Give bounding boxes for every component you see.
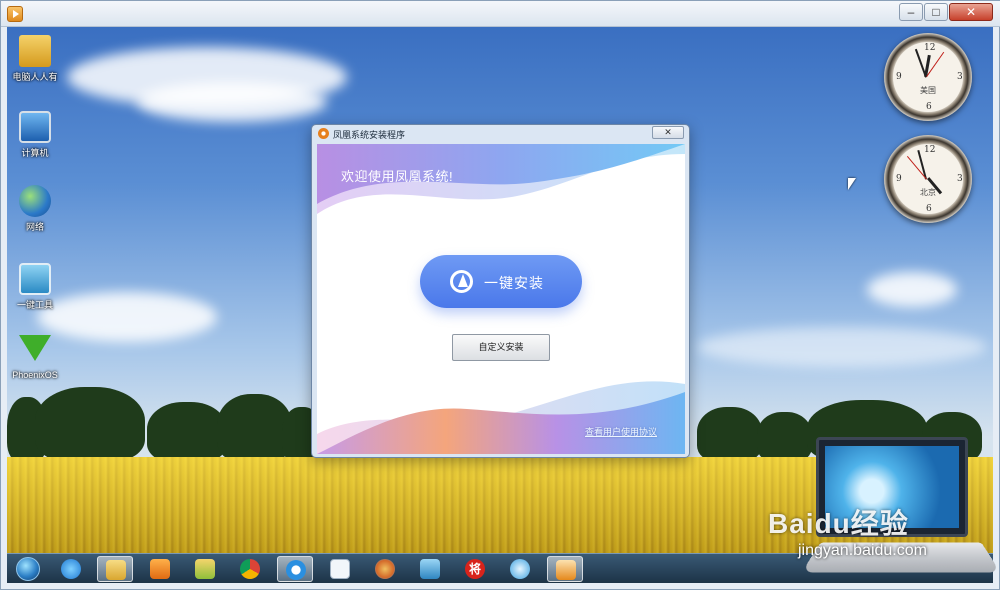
start-button[interactable] xyxy=(11,556,47,582)
management-icon xyxy=(19,263,51,295)
close-button[interactable]: ✕ xyxy=(949,3,993,21)
tree xyxy=(697,407,762,462)
taskbar-ie[interactable] xyxy=(53,556,89,582)
cloud xyxy=(697,327,987,367)
mouse-cursor xyxy=(848,178,856,190)
clock-label: 北京 xyxy=(920,188,936,197)
taskbar-app-2[interactable] xyxy=(502,556,538,582)
cloud xyxy=(37,292,217,342)
player-app-icon xyxy=(7,6,23,22)
jiang-icon: 将 xyxy=(465,559,485,579)
desktop-icon-computer[interactable]: 计算机 xyxy=(7,111,63,159)
desktop-icon-label: 计算机 xyxy=(21,148,49,158)
tree xyxy=(147,402,227,462)
baidu-watermark-logo: Baidu经验 xyxy=(768,508,909,539)
tree xyxy=(217,394,292,462)
tree xyxy=(35,387,145,462)
taskbar-explorer[interactable] xyxy=(97,556,133,582)
taskbar-installer[interactable] xyxy=(547,556,583,582)
network-icon xyxy=(19,185,51,217)
user-folder-icon xyxy=(19,35,51,67)
top-wave-decoration xyxy=(317,144,685,214)
paint-icon xyxy=(375,559,395,579)
taskbar-jiang[interactable]: 将 xyxy=(457,556,493,582)
app-icon xyxy=(286,560,306,580)
tree xyxy=(757,412,812,462)
close-icon: ✕ xyxy=(664,127,672,137)
app-icon-2 xyxy=(510,559,530,579)
minimize-button[interactable]: – xyxy=(899,3,923,21)
desktop-icon-label: 电脑人人有 xyxy=(12,72,58,82)
one-click-install-button[interactable]: 一键安装 xyxy=(420,255,582,308)
installer-dialog: 凤凰系统安装程序 ✕ 欢迎使用凤凰系统! 一键安装 自定义安装 查看用户使用协议 xyxy=(311,124,690,458)
installer-icon xyxy=(556,560,576,580)
start-orb-icon xyxy=(16,557,40,581)
download-arrow-icon xyxy=(19,335,51,361)
taskbar-document[interactable] xyxy=(322,556,358,582)
vm-titlebar[interactable]: – □ ✕ xyxy=(1,1,1000,27)
desktop-icon-network[interactable]: 网络 xyxy=(7,185,63,233)
computer-icon xyxy=(19,111,51,143)
taskbar-remote-desktop[interactable] xyxy=(412,556,448,582)
chrome-icon xyxy=(240,559,260,579)
folder-icon xyxy=(195,559,215,579)
cloud xyxy=(867,272,957,307)
baidu-watermark-url: jingyan.baidu.com xyxy=(798,542,927,559)
custom-install-button[interactable]: 自定义安装 xyxy=(452,334,550,361)
taskbar-paint[interactable] xyxy=(367,556,403,582)
maximize-icon: □ xyxy=(932,5,940,19)
user-agreement-link[interactable]: 查看用户使用协议 xyxy=(585,425,657,438)
clock-gadget-beijing[interactable]: 12 3 6 9 北京 xyxy=(884,135,972,223)
phoenix-app-icon xyxy=(318,128,329,139)
document-icon xyxy=(330,559,350,579)
taskbar-app[interactable] xyxy=(277,556,313,582)
welcome-text: 欢迎使用凤凰系统! xyxy=(341,169,454,184)
desktop-icon-label: PhoenixOS xyxy=(12,370,58,380)
remote-desktop-icon xyxy=(420,559,440,579)
bottom-wave-decoration xyxy=(317,381,685,454)
dialog-title: 凤凰系统安装程序 xyxy=(333,130,406,140)
close-icon: ✕ xyxy=(965,5,977,19)
taskbar-media-player[interactable] xyxy=(142,556,178,582)
dialog-body: 欢迎使用凤凰系统! 一键安装 自定义安装 查看用户使用协议 xyxy=(317,144,685,454)
explorer-icon xyxy=(106,560,126,580)
clock-gadget-us[interactable]: 12 3 6 9 美国 xyxy=(884,33,972,121)
dialog-close-button[interactable]: ✕ xyxy=(652,126,684,139)
desktop-icon-label: 网络 xyxy=(25,222,44,232)
desktop-icon-user[interactable]: 电脑人人有 xyxy=(7,35,63,83)
dialog-titlebar[interactable]: 凤凰系统安装程序 ✕ xyxy=(312,125,689,143)
clock-label: 美国 xyxy=(920,86,936,95)
desktop-icon-management[interactable]: 一键工具 xyxy=(7,263,63,311)
desktop-icon-phoenixos[interactable]: PhoenixOS xyxy=(7,335,63,380)
taskbar-folder[interactable] xyxy=(187,556,223,582)
minimize-icon: – xyxy=(907,5,915,19)
media-player-icon xyxy=(150,559,170,579)
maximize-button[interactable]: □ xyxy=(924,3,948,21)
phoenix-logo-icon xyxy=(450,270,473,293)
desktop-icon-label: 一键工具 xyxy=(16,300,53,310)
ie-icon xyxy=(61,559,81,579)
taskbar-chrome[interactable] xyxy=(232,556,268,582)
cloud xyxy=(137,82,327,122)
install-button-label: 一键安装 xyxy=(484,275,544,291)
